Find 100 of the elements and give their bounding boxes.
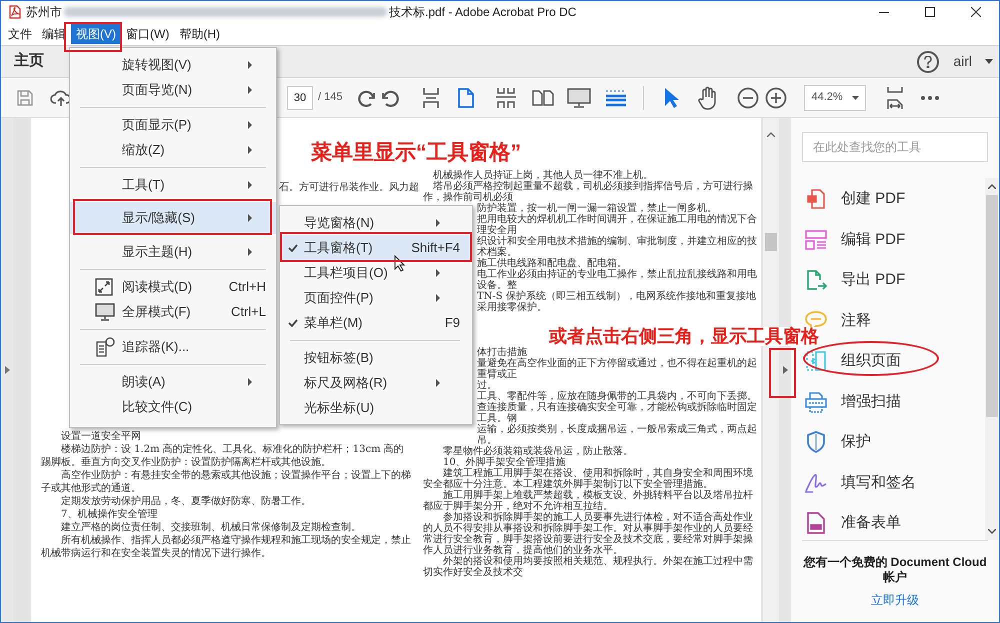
document-paragraph: 10、外脚手架安全管理措施	[442, 457, 567, 468]
tool-item[interactable]: 导出 PDF	[791, 270, 985, 290]
menu-item[interactable]: 菜单栏(M) F9	[280, 310, 472, 335]
menu-item[interactable]: 工具(T)	[70, 172, 276, 197]
page-number-field[interactable]: 30	[287, 86, 313, 110]
single-page-icon	[457, 86, 476, 108]
menu-item[interactable]: 按钮标签(B)	[280, 345, 472, 370]
menu-item[interactable]: 页面控件(P)	[280, 285, 472, 310]
two-page-icon	[532, 88, 554, 106]
menu-item[interactable]: 全屏模式(F) Ctrl+L	[70, 299, 276, 324]
document-paragraph: 楼梯边防护：设 1.2m 高的定性化、工具化、标准化的防护栏杆；13cm 高的踢脚板。垂直方向交叉作业防护：设置防护隔离栏杆或其他设施。	[41, 443, 405, 469]
close-icon	[971, 6, 981, 16]
document-text: 石。方可进行吊装作业。风力超	[279, 182, 420, 193]
document-paragraph: 建筑工程施工用脚手架在搭设、使用和拆除时，其自身安全和周围环境安全都应十分注意。本工程建筑外脚手架制订以下安全管理措施。	[423, 468, 754, 490]
mouse-cursor-icon	[394, 255, 405, 272]
menu-item[interactable]: 文件	[3, 24, 37, 44]
menu-item[interactable]: 编辑	[37, 24, 71, 44]
menu-item[interactable]: 页面导览(N)	[70, 77, 276, 102]
menu-item[interactable]: 导览窗格(N)	[280, 210, 472, 235]
scrollbar[interactable]	[985, 178, 999, 540]
select-pointer-icon	[663, 86, 680, 108]
monitor-icon	[95, 302, 115, 320]
document-paragraph: 外架的搭设和使用均要按照相关规范、规程执行。外架在施工过程中需切实作好安全及技术交	[423, 556, 754, 578]
document-text: 工具、零配件等，应放在随身佩带的工具袋内，不可向下丢掷。	[477, 391, 757, 402]
highlight-box	[64, 22, 122, 52]
presentation-icon	[567, 88, 592, 108]
document-text: 电工作业必须由持证的专业电工操作，禁止乱拉乱接线路和用电设备。整	[477, 269, 757, 291]
search-field[interactable]: 在此处查找您的工具	[802, 132, 988, 162]
scroll-thumb[interactable]	[986, 195, 998, 417]
menu-item[interactable]: 光标坐标(U)	[280, 395, 472, 420]
menu-item[interactable]: 追踪器(K)...	[70, 334, 276, 359]
menu-item[interactable]: 比较文件(C)	[70, 394, 276, 419]
upload-icon	[50, 88, 72, 106]
window-title: 技术标.pdf - Adobe Acrobat Pro DC	[389, 4, 576, 20]
zoom-field[interactable]: 44.2%	[804, 84, 866, 110]
document-paragraph: 机械操作人员持证上岗，其他人员一律不准上机。	[432, 170, 653, 181]
save-icon	[16, 88, 34, 106]
document-paragraph: 零星物件必须装箱或装袋吊运，防止散落。	[442, 446, 634, 457]
help-icon	[924, 56, 932, 68]
document-text: 施工供电线路和配电盘、配电箱。	[477, 258, 627, 269]
document-text: 防护装置，按一机一闸一漏一箱设置，禁止一闸多机。	[477, 203, 717, 214]
zoom-in-icon	[765, 86, 788, 108]
user-name: airl	[953, 52, 972, 71]
tool-item[interactable]: 保护	[791, 432, 985, 452]
menu-item[interactable]: 显示/隐藏(S)	[70, 202, 276, 234]
tool-item[interactable]: 组织页面	[791, 351, 985, 372]
document-paragraph: 7、机械操作安全管理	[60, 508, 158, 521]
menu-item[interactable]: 阅读模式(D) Ctrl+H	[70, 274, 276, 299]
menu-item[interactable]: 工具窗格(T) Shift+F4	[280, 235, 472, 260]
window-title: 苏州市	[26, 4, 62, 20]
home-tab[interactable]: 主页	[14, 50, 44, 73]
scroll-up-icon[interactable]	[988, 184, 996, 189]
caret-icon	[852, 96, 860, 100]
annotation-text: 或者点击右侧三角，显示工具窗格	[549, 327, 819, 346]
document-text: 把用电较大的焊机机工作时间调开，在保证施工用电的情况下合理安全用	[477, 214, 757, 236]
menu-item[interactable]: 缩放(Z)	[70, 137, 276, 162]
menu-item[interactable]: 窗口(W)	[121, 24, 174, 44]
document-text: 体打击措施	[477, 347, 527, 358]
menu-item[interactable]: 工具栏项目(O)	[280, 260, 472, 285]
expand-icon	[95, 278, 113, 296]
shortcut-label: F9	[444, 314, 460, 332]
menu-item[interactable]: 标尺及网格(R)	[280, 370, 472, 395]
page-count: / 145	[318, 90, 342, 106]
shortcut-label: Ctrl+L	[230, 302, 266, 321]
highlight-box	[769, 348, 796, 398]
maximize-icon	[925, 6, 935, 16]
document-text: 运输，必须按类别，长度成捆吊运，一般吊索成三角式，两点起吊。	[477, 424, 757, 446]
scroll-up-icon[interactable]	[767, 132, 775, 137]
upgrade-link[interactable]: 立即升级	[871, 591, 919, 609]
more-icon	[920, 94, 940, 100]
scroll-mode-icon	[605, 88, 628, 106]
document-paragraph: 建立严格的岗位责任制、交接班制、机械日常保修制及定期检查制。	[60, 521, 362, 534]
account-note: 您有一个免费的 Document Cloud 帐户	[802, 555, 988, 585]
menu-item[interactable]: 旋转视图(V)	[70, 52, 276, 77]
document-paragraph: 塔吊必须严格控制起重量不超载，司机必须接到指挥信号后，方可进行操作，操作前司机必须	[423, 181, 754, 203]
document-paragraph: 设置一道安全平网	[60, 430, 142, 443]
menu-item[interactable]: 帮助(H)	[174, 24, 225, 44]
zoom-out-icon	[737, 86, 760, 108]
menu-item[interactable]: 朗读(A)	[70, 369, 276, 394]
pdf-icon	[8, 4, 22, 18]
tool-item[interactable]: 填写和签名	[791, 472, 985, 493]
document-paragraph: 施工用脚手架上堆载严禁超载，模板支设、外挑转料平台以及塔吊拉杆都应于脚手架分开，绝对不允许相互拉结。	[423, 490, 754, 512]
document-text: 量避免在高空作业面的正下方停留或通过，也不得在起重机的起重臂或正	[477, 358, 757, 380]
tool-item[interactable]: 增强扫描	[791, 392, 985, 412]
menu-item[interactable]: 显示主题(H)	[70, 239, 276, 264]
document-paragraph: 定期发放劳动保护用品，冬、夏季做好防寒、防暑工作。	[60, 495, 312, 508]
menu-item[interactable]: 视图(V)	[71, 24, 121, 44]
help-button[interactable]	[917, 50, 940, 72]
tool-item[interactable]: 编辑 PDF	[791, 230, 985, 250]
document-text: 查连接质量，只有连接确实安全可靠，才能松钩或拆除临时固定工具。钢	[477, 402, 757, 424]
scroll-down-icon[interactable]	[988, 529, 996, 534]
expand-triangle-icon[interactable]	[4, 366, 10, 374]
scroll-thumb[interactable]	[765, 233, 777, 251]
tool-item[interactable]: 准备表单	[791, 513, 985, 534]
scrolling-pages-icon	[495, 86, 518, 108]
expand-triangle-icon[interactable]	[782, 366, 788, 374]
caret-icon[interactable]	[985, 59, 993, 64]
tool-item[interactable]: 创建 PDF	[791, 189, 985, 210]
menu-item[interactable]: 页面显示(P)	[70, 112, 276, 137]
document-text: 过。	[477, 380, 497, 391]
